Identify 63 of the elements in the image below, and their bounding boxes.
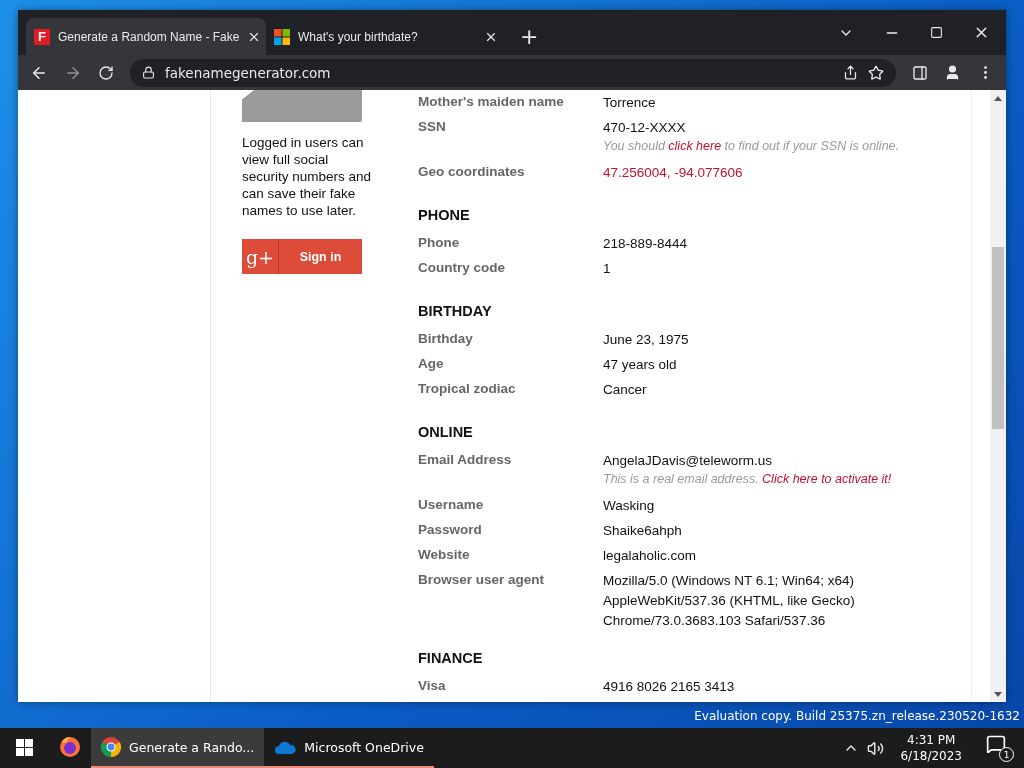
share-icon[interactable] [843, 65, 858, 80]
field-label: SSN [418, 118, 447, 136]
star-icon[interactable] [868, 64, 884, 81]
note-link[interactable]: click here [668, 139, 722, 153]
side-panel-icon[interactable] [912, 64, 928, 81]
field-label: Geo coordinates [418, 163, 526, 181]
lock-icon [142, 66, 155, 79]
field-label: Visa [418, 677, 447, 695]
section-heading: BIRTHDAY [418, 303, 493, 321]
firefox-icon[interactable] [59, 736, 81, 758]
field-value: AngelaJDavis@teleworm.us [603, 452, 774, 470]
field-label: Mother's maiden name [418, 93, 565, 111]
field-value: Shaike6ahph [603, 522, 682, 540]
field-value: 470-12-XXXX [603, 119, 687, 137]
field-value: Mozilla/5.0 (Windows NT 6.1; Win64; x64) [603, 572, 855, 590]
field-value: 1 [603, 260, 611, 278]
section-heading: ONLINE [418, 424, 474, 442]
volume-icon[interactable] [867, 739, 885, 757]
field-link[interactable]: 47.256004, -94.077606 [603, 163, 743, 183]
field-note: You should click here to find out if your SSN is online. [603, 138, 899, 154]
field-label: Birthday [418, 330, 474, 348]
taskbar-item[interactable]: Generate a Rando... [91, 728, 265, 768]
address-bar[interactable]: fakenamegenerator.com [130, 58, 896, 87]
scrollbar[interactable] [990, 90, 1006, 702]
field-value: 4916 8026 2165 3413 [603, 678, 735, 696]
field-label: Country code [418, 259, 506, 277]
field-note: This is a real email address. Click here to activate it! [603, 471, 892, 487]
field-value: Chrome/73.0.3683.103 Safari/537.36 [603, 612, 827, 630]
field-label: Email Address [418, 451, 513, 469]
field-value: 47 years old [603, 356, 677, 374]
field-value: Cancer [603, 381, 647, 399]
new-tab-button[interactable]: + [520, 24, 539, 49]
section-heading: FINANCE [418, 650, 484, 668]
chrome-icon [101, 737, 121, 757]
field-label: Tropical zodiac [418, 380, 517, 398]
field-label: Age [418, 355, 445, 373]
profile-icon[interactable] [944, 64, 961, 81]
field-value: June 23, 1975 [603, 331, 689, 349]
field-value: 218-889-8444 [603, 235, 688, 253]
taskbar-item[interactable]: Microsoft OneDrive [264, 728, 434, 768]
login-notice: Logged in users can view full social security numbers and can save their fake names to use later. [242, 134, 373, 219]
browser-tab[interactable]: What's your birthdate? [266, 18, 506, 55]
field-value: AppleWebKit/537.36 (KHTML, like Gecko) [603, 592, 855, 610]
note-link[interactable]: Click here to activate it! [762, 472, 892, 486]
site-favicon: F [34, 28, 50, 45]
section-heading: PHONE [418, 207, 471, 225]
windows-start-icon[interactable] [16, 738, 33, 756]
field-value: legalaholic.com [603, 547, 697, 565]
four-squares-icon [274, 28, 290, 45]
reload-icon[interactable] [98, 64, 114, 81]
field-value: Wasking [603, 497, 655, 515]
maximize-icon[interactable] [930, 26, 943, 39]
field-label: Website [418, 546, 471, 564]
field-label: Username [418, 496, 485, 514]
browser-tab[interactable]: F Generate a Random Name - Fake [26, 18, 266, 55]
field-label: Phone [418, 234, 461, 252]
cloud-icon [274, 740, 297, 754]
taskbar-clock[interactable]: 4:31 PM 6/18/2023 [900, 732, 962, 764]
sign-in-button[interactable]: g+ Sign in [242, 239, 362, 274]
evaluation-watermark: Evaluation copy. Build 25375.zn_release.230520-1632 [694, 709, 1020, 725]
field-value: Torrence [603, 94, 656, 112]
field-label: Browser user agent [418, 571, 546, 589]
field-label: Password [418, 521, 483, 539]
